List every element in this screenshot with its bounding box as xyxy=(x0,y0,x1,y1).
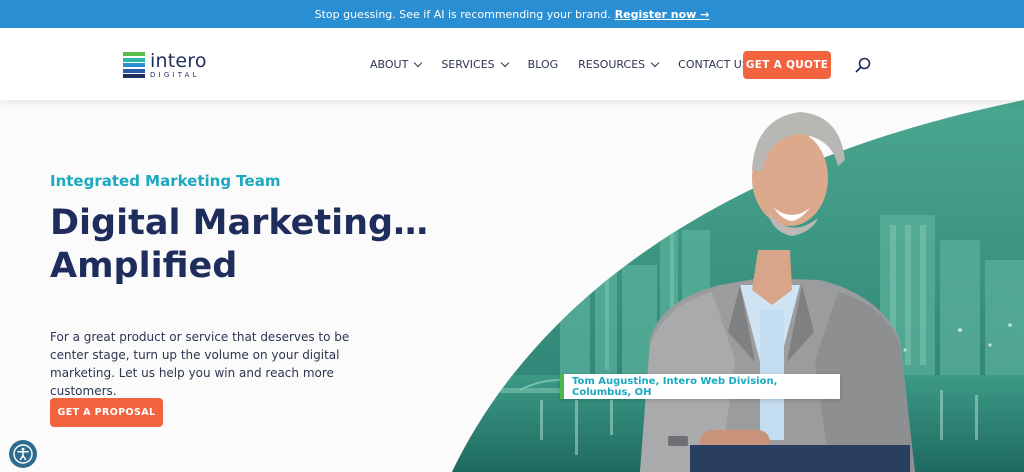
search-icon[interactable] xyxy=(855,57,871,73)
hero-headline: Digital Marketing… Amplified xyxy=(50,202,470,288)
logo-bars-icon xyxy=(123,52,145,78)
chevron-down-icon xyxy=(500,58,509,67)
nav-item-label: CONTACT US xyxy=(678,57,749,71)
nav-item-label: RESOURCES xyxy=(578,57,646,71)
intero-logo[interactable]: intero DIGITAL xyxy=(123,50,207,80)
site-header: intero DIGITAL ABOUT SERVICES BLOG RESOU… xyxy=(0,28,1024,100)
register-now-link[interactable]: Register now → xyxy=(615,8,710,21)
main-nav: ABOUT SERVICES BLOG RESOURCES CONTACT US xyxy=(370,28,769,100)
hero-section: Integrated Marketing Team Digital Market… xyxy=(0,100,1024,472)
nav-item-label: BLOG xyxy=(527,57,559,71)
accessibility-button[interactable] xyxy=(9,440,37,468)
logo-subtitle: DIGITAL xyxy=(150,70,200,79)
get-a-quote-button[interactable]: GET A QUOTE xyxy=(743,51,831,79)
logo-wordmark: intero xyxy=(150,49,207,72)
nav-item-contact[interactable]: CONTACT US xyxy=(678,58,749,71)
nav-item-label: ABOUT xyxy=(370,57,409,71)
chevron-down-icon xyxy=(650,58,660,67)
headline-line-2: Amplified xyxy=(50,246,238,286)
get-a-proposal-button[interactable]: GET A PROPOSAL xyxy=(50,398,163,427)
hero-body-text: For a great product or service that dese… xyxy=(50,330,350,398)
nav-item-label: SERVICES xyxy=(441,57,495,71)
announcement-text: Stop guessing. See if AI is recommending… xyxy=(314,7,611,21)
hero-eyebrow: Integrated Marketing Team xyxy=(50,172,281,190)
announcement-bar: Stop guessing. See if AI is recommending… xyxy=(0,0,1024,28)
accessibility-icon xyxy=(13,444,33,464)
photo-caption: Tom Augustine, Intero Web Division, Colu… xyxy=(560,374,840,399)
nav-item-services[interactable]: SERVICES xyxy=(441,57,509,71)
headline-line-1: Digital Marketing… xyxy=(50,203,429,243)
nav-item-resources[interactable]: RESOURCES xyxy=(578,57,660,71)
chevron-down-icon xyxy=(414,58,423,67)
nav-item-blog[interactable]: BLOG xyxy=(528,58,558,71)
nav-item-about[interactable]: ABOUT xyxy=(370,57,423,71)
